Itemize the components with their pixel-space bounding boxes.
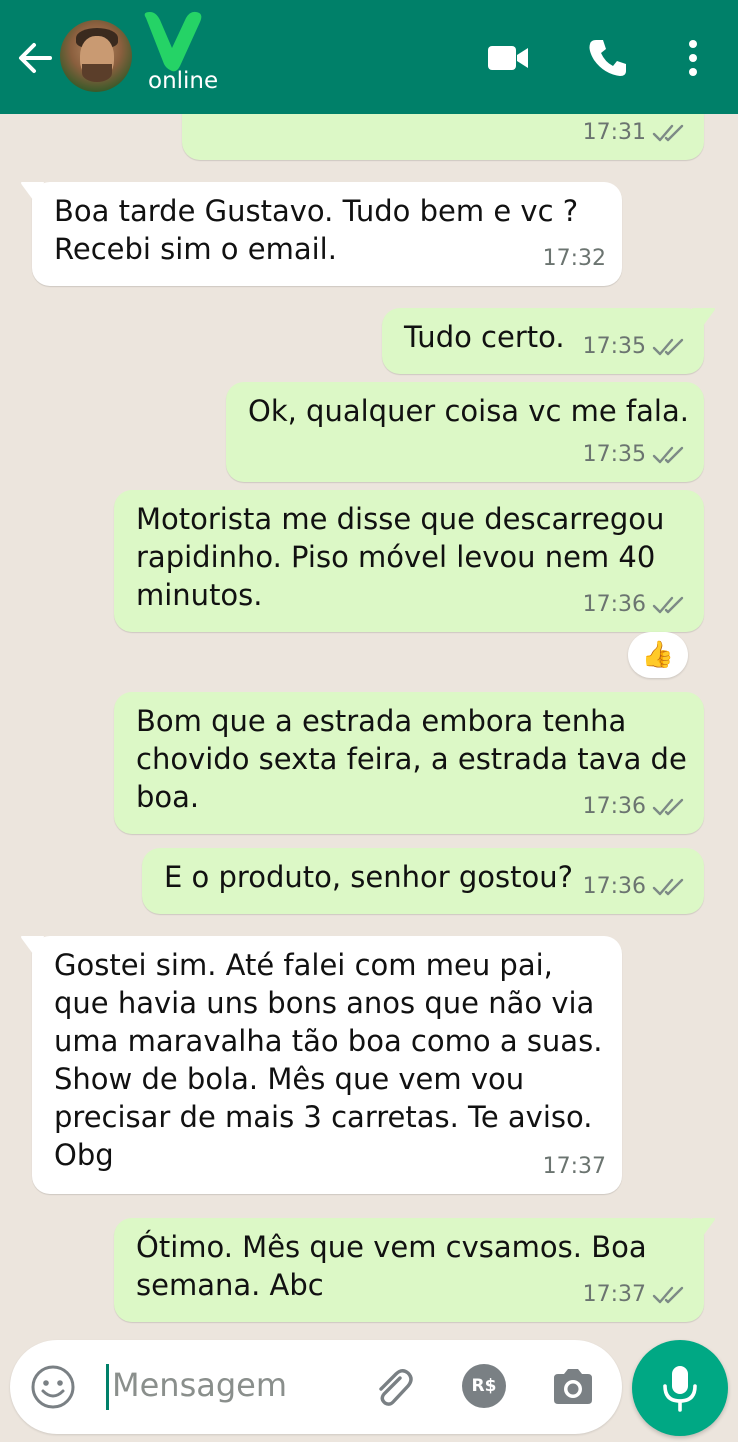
message-outgoing[interactable]: E o produto, senhor gostou? 17:36 <box>142 848 704 914</box>
message-time: 17:37 <box>542 1154 606 1179</box>
message-time: 17:35 <box>582 442 646 467</box>
message-time: 17:31 <box>582 120 646 145</box>
mic-icon <box>663 1366 697 1412</box>
message-outgoing[interactable]: Tudo certo. 17:35 <box>382 308 715 374</box>
double-check-icon <box>652 446 684 464</box>
message-text: Boa tarde Gustavo. Tudo bem e vc ? Receb… <box>54 194 579 266</box>
message-input[interactable]: Mensagem <box>112 1366 287 1404</box>
message-text: Gostei sim. Até falei com meu pai, que h… <box>54 948 603 1172</box>
double-check-icon <box>652 798 684 816</box>
message-time: 17:32 <box>542 246 606 271</box>
message-composer: Mensagem R$ <box>10 1340 622 1434</box>
message-meta: 17:36 <box>583 586 688 624</box>
back-arrow-icon[interactable] <box>14 38 54 78</box>
message-time: 17:35 <box>582 334 646 359</box>
double-check-icon <box>652 124 684 142</box>
double-check-icon <box>652 1286 684 1304</box>
thumbs-up-reaction[interactable]: 👍 <box>628 632 688 678</box>
double-check-icon <box>652 878 684 896</box>
message-incoming[interactable]: Boa tarde Gustavo. Tudo bem e vc ? Receb… <box>21 182 622 286</box>
message-text: Tudo certo. <box>404 320 565 354</box>
message-time: 17:36 <box>582 592 646 617</box>
message-meta: 17:37 <box>583 1276 688 1314</box>
message-text: Ótimo. Mês que vem cvsamos. Boa semana. … <box>136 1230 647 1302</box>
message-outgoing[interactable]: Bom que a estrada embora tenha chovido s… <box>114 692 704 834</box>
message-list[interactable]: 17:31 Boa tarde Gustavo. Tudo bem e vc ?… <box>0 114 738 1330</box>
message-meta: 17:31 <box>583 114 688 152</box>
message-time: 17:36 <box>582 794 646 819</box>
message-text: Ok, qualquer coisa vc me fala. <box>248 394 689 428</box>
message-outgoing[interactable]: 17:31 <box>182 114 704 160</box>
camera-icon[interactable] <box>550 1364 596 1410</box>
avatar[interactable] <box>60 20 132 92</box>
chat-header: online <box>0 0 738 114</box>
double-check-icon <box>652 596 684 614</box>
message-meta: 17:36 <box>583 868 688 906</box>
contact-logo[interactable] <box>136 8 208 74</box>
message-outgoing[interactable]: Ok, qualquer coisa vc me fala. 17:35 <box>226 382 704 482</box>
message-meta: 17:37 <box>543 1148 606 1186</box>
mic-button[interactable] <box>632 1340 728 1436</box>
more-menu-icon[interactable] <box>678 36 708 80</box>
message-incoming[interactable]: Gostei sim. Até falei com meu pai, que h… <box>21 936 622 1194</box>
double-check-icon <box>652 338 684 356</box>
message-meta: 17:32 <box>543 240 606 278</box>
message-meta: 17:35 <box>583 328 688 366</box>
message-outgoing[interactable]: Motorista me disse que descarregou rapid… <box>114 490 704 632</box>
message-meta: 17:36 <box>583 788 688 826</box>
contact-status: online <box>148 68 219 94</box>
payment-icon[interactable]: R$ <box>462 1364 506 1408</box>
message-time: 17:36 <box>582 874 646 899</box>
message-meta: 17:35 <box>583 436 688 474</box>
message-time: 17:37 <box>582 1282 646 1307</box>
message-outgoing[interactable]: Ótimo. Mês que vem cvsamos. Boa semana. … <box>114 1218 715 1322</box>
video-call-icon[interactable] <box>486 36 532 80</box>
text-cursor <box>106 1364 109 1410</box>
phone-call-icon[interactable] <box>586 36 630 80</box>
attach-icon[interactable] <box>370 1364 416 1410</box>
emoji-icon[interactable] <box>30 1364 76 1410</box>
message-text: E o produto, senhor gostou? <box>164 860 574 894</box>
